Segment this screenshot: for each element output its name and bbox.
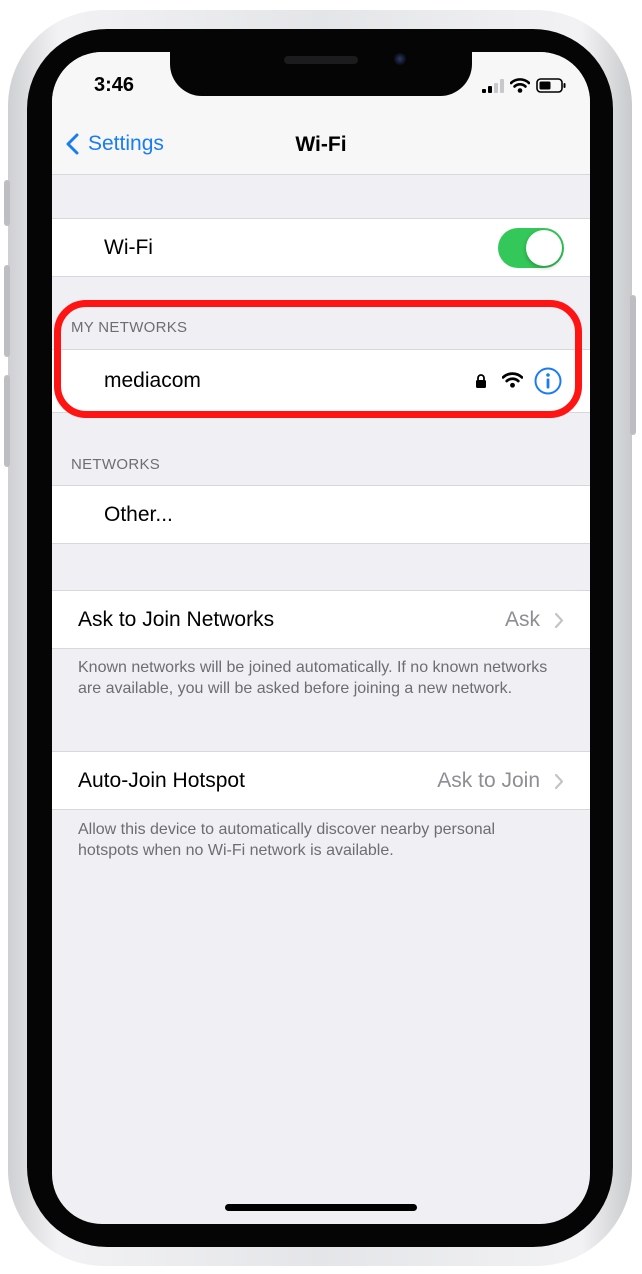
auto-join-hotspot-footer: Allow this device to automatically disco… — [78, 821, 496, 859]
battery-icon — [536, 78, 566, 93]
ask-to-join-label: Ask to Join Networks — [78, 608, 275, 631]
volume-up-button — [4, 265, 10, 357]
volume-down-button — [4, 375, 10, 467]
page-title: Wi-Fi — [295, 133, 347, 156]
ask-to-join-footer: Known networks will be joined automatica… — [78, 659, 548, 697]
mute-switch — [4, 180, 10, 226]
wifi-label: Wi-Fi — [104, 236, 153, 259]
navigation-bar: Settings Wi-Fi — [52, 122, 590, 175]
network-row-other[interactable]: Other... — [52, 485, 590, 544]
lock-icon — [476, 374, 486, 388]
my-networks-header: MY NETWORKS — [71, 319, 188, 336]
auto-join-hotspot-row[interactable]: Auto-Join Hotspot Ask to Join — [52, 751, 590, 810]
screen: 3:46 Settings Wi-Fi Wi-Fi MY NETWORKS me… — [52, 52, 590, 1224]
speaker-grille — [284, 56, 358, 64]
network-name: mediacom — [104, 369, 201, 392]
wifi-toggle-row: Wi-Fi — [52, 218, 590, 277]
chevron-right-icon — [554, 773, 564, 790]
cellular-signal-icon — [482, 79, 504, 93]
info-icon[interactable] — [534, 367, 562, 395]
chevron-right-icon — [554, 612, 564, 629]
side-button — [630, 295, 636, 435]
toggle-knob — [526, 230, 562, 266]
front-camera — [394, 53, 406, 65]
auto-join-hotspot-value: Ask to Join — [437, 769, 540, 792]
wifi-toggle[interactable] — [498, 228, 564, 268]
home-indicator[interactable] — [225, 1204, 417, 1211]
auto-join-hotspot-label: Auto-Join Hotspot — [78, 769, 245, 792]
status-icons — [482, 77, 566, 93]
other-network-label: Other... — [104, 503, 173, 526]
status-time: 3:46 — [94, 74, 135, 96]
ask-to-join-row[interactable]: Ask to Join Networks Ask — [52, 590, 590, 649]
network-row-mediacom[interactable]: mediacom — [52, 349, 590, 413]
ask-to-join-value: Ask — [504, 608, 540, 631]
wifi-icon — [502, 372, 523, 388]
wifi-status-icon — [510, 78, 530, 93]
networks-header: NETWORKS — [71, 456, 161, 473]
notch — [170, 52, 472, 96]
